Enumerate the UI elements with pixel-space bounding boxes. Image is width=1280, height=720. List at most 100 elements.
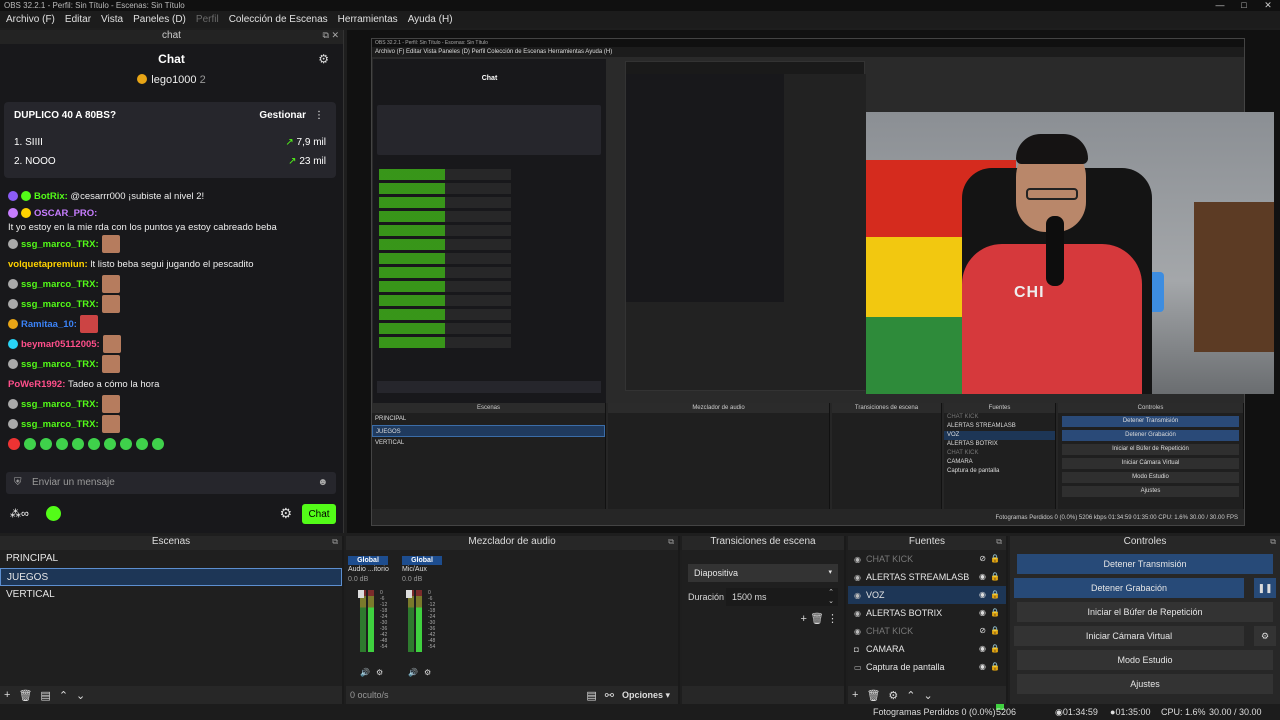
menu-coleccion[interactable]: Colección de Escenas: [229, 14, 328, 25]
eye-hidden-icon[interactable]: ⊘: [979, 550, 986, 568]
maximize-button[interactable]: □: [1232, 0, 1256, 11]
add-icon[interactable]: +: [852, 689, 858, 701]
move-down-icon[interactable]: ⌄: [924, 689, 933, 702]
mixer-options-button[interactable]: Opciones ▾: [622, 690, 670, 701]
lock-icon[interactable]: 🔒: [990, 658, 1000, 676]
eye-icon[interactable]: ◉: [979, 568, 986, 586]
duration-input[interactable]: 1500 ms ⌃ ⌄: [726, 588, 838, 606]
trash-icon[interactable]: 🗑: [810, 613, 824, 625]
dock-float-icon[interactable]: ⧉: [1270, 536, 1276, 548]
eye-hidden-icon[interactable]: ⊘: [979, 622, 986, 640]
speaker-icon[interactable]: 🔊: [360, 668, 370, 677]
close-button[interactable]: ✕: [1256, 0, 1280, 11]
gear-icon[interactable]: ⚙: [279, 505, 292, 522]
pinned-user[interactable]: lego1000 2: [0, 74, 343, 90]
scene-item[interactable]: JUEGOS: [0, 568, 342, 586]
transition-select[interactable]: Diapositiva ▾: [688, 564, 838, 582]
preview-canvas[interactable]: OBS 32.2.1 - Perfil: Sin Título - Escena…: [347, 30, 1280, 533]
channel-source[interactable]: Mic/Aux: [402, 565, 442, 575]
layout-icon[interactable]: ▤: [586, 689, 596, 702]
kick-points-icon[interactable]: ⁂∞: [10, 507, 29, 520]
send-chat-button[interactable]: Chat: [302, 504, 336, 524]
poll-manage-button[interactable]: Gestionar: [259, 110, 306, 121]
dock-float-close-icons[interactable]: ⧉ ✕: [323, 30, 339, 41]
add-icon[interactable]: +: [800, 613, 806, 625]
lock-icon[interactable]: 🔒: [990, 586, 1000, 604]
gear-icon[interactable]: ⚙: [376, 668, 383, 677]
studio-mode-button[interactable]: Modo Estudio: [1017, 650, 1273, 670]
chat-username[interactable]: ssg_marco_TRX:: [21, 238, 99, 251]
lock-icon[interactable]: 🔒: [990, 550, 1000, 568]
move-up-icon[interactable]: ⌃: [59, 689, 68, 702]
chat-message-input[interactable]: ⛨ Enviar un mensaje ☻: [6, 472, 336, 494]
chat-username[interactable]: beymar05112005:: [21, 338, 100, 351]
move-up-icon[interactable]: ⌃: [906, 689, 915, 702]
channel-source[interactable]: Audio ...itorio: [348, 565, 389, 575]
source-item[interactable]: ▭ Captura de pantalla ◉ 🔒: [848, 658, 1006, 676]
user-settings-icon[interactable]: ⚙: [318, 44, 329, 74]
spinner-icon[interactable]: ⌃ ⌄: [828, 588, 834, 606]
replay-buffer-button[interactable]: Iniciar el Búfer de Repetición: [1017, 602, 1273, 622]
move-down-icon[interactable]: ⌄: [76, 689, 85, 702]
filter-icon[interactable]: ▤: [40, 689, 50, 702]
emoji-icon[interactable]: ☻: [317, 472, 328, 494]
menu-vista[interactable]: Vista: [101, 14, 123, 25]
gear-icon[interactable]: ⚙: [1254, 626, 1276, 646]
source-item[interactable]: ◉ ALERTAS STREAMLASB ◉ 🔒: [848, 568, 1006, 586]
scene-item[interactable]: PRINCIPAL: [0, 550, 342, 568]
menu-archivo[interactable]: Archivo (F): [6, 14, 55, 25]
source-item[interactable]: ◉ CHAT KICK ⊘ 🔒: [848, 622, 1006, 640]
menu-perfil[interactable]: Perfil: [196, 14, 219, 25]
chat-username[interactable]: Ramitaa_10:: [21, 318, 77, 331]
chat-username[interactable]: OSCAR_PRO:: [34, 207, 97, 220]
lock-icon[interactable]: 🔒: [990, 604, 1000, 622]
trash-icon[interactable]: 🗑: [866, 689, 880, 702]
dock-float-icon[interactable]: ⧉: [332, 536, 338, 548]
chat-username[interactable]: volquetapremiun:: [8, 258, 88, 271]
poll-option[interactable]: 1. SIIII 7,9 mil: [14, 137, 326, 148]
settings-button[interactable]: Ajustes: [1017, 674, 1273, 694]
lock-icon[interactable]: 🔒: [990, 622, 1000, 640]
menu-editar[interactable]: Editar: [65, 14, 91, 25]
source-item[interactable]: ◉ CHAT KICK ⊘ 🔒: [848, 550, 1006, 568]
eye-icon[interactable]: ◉: [979, 604, 986, 622]
chat-username[interactable]: ssg_marco_TRX:: [21, 398, 99, 411]
eye-icon[interactable]: ◉: [979, 658, 986, 676]
dock-float-icon[interactable]: ⧉: [668, 536, 674, 548]
chat-username[interactable]: ssg_marco_TRX:: [21, 418, 99, 431]
menu-ayuda[interactable]: Ayuda (H): [408, 14, 453, 25]
gear-icon[interactable]: ⚙: [888, 689, 898, 702]
volume-fader[interactable]: [406, 590, 412, 598]
source-item[interactable]: ◉ ALERTAS BOTRIX ◉ 🔒: [848, 604, 1006, 622]
menu-paneles[interactable]: Paneles (D): [133, 14, 186, 25]
chat-username[interactable]: BotRix:: [34, 190, 68, 203]
chat-username[interactable]: PoWeR1992:: [8, 378, 65, 391]
link-icon[interactable]: ⚯: [605, 689, 614, 702]
poll-option[interactable]: 2. NOOO 23 mil: [14, 156, 326, 167]
trash-icon[interactable]: 🗑: [18, 689, 32, 702]
lock-icon[interactable]: 🔒: [990, 568, 1000, 586]
lock-icon[interactable]: 🔒: [990, 640, 1000, 658]
speaker-icon[interactable]: 🔊: [408, 668, 418, 677]
minimize-button[interactable]: —: [1208, 0, 1232, 11]
poll-more-button[interactable]: ⋮: [314, 110, 324, 121]
eye-icon[interactable]: ◉: [979, 640, 986, 658]
chat-username[interactable]: ssg_marco_TRX:: [21, 278, 99, 291]
eye-icon[interactable]: ◉: [979, 586, 986, 604]
virtual-camera-button[interactable]: Iniciar Cámara Virtual: [1014, 626, 1244, 646]
add-icon[interactable]: +: [4, 689, 10, 701]
chat-username[interactable]: ssg_marco_TRX:: [21, 358, 99, 371]
pause-icon[interactable]: ❚❚: [1254, 578, 1276, 598]
kick-logo-icon[interactable]: [46, 506, 61, 521]
stop-recording-button[interactable]: Detener Grabación: [1014, 578, 1244, 598]
stop-stream-button[interactable]: Detener Transmisión: [1017, 554, 1273, 574]
volume-fader[interactable]: [358, 590, 364, 598]
menu-herramientas[interactable]: Herramientas: [338, 14, 398, 25]
source-item[interactable]: ◉ VOZ ◉ 🔒: [848, 586, 1006, 604]
dock-float-icon[interactable]: ⧉: [996, 536, 1002, 548]
scene-item[interactable]: VERTICAL: [0, 586, 342, 604]
more-icon[interactable]: ⋮: [827, 613, 838, 625]
source-item[interactable]: ◘ CAMARA ◉ 🔒: [848, 640, 1006, 658]
chat-username[interactable]: ssg_marco_TRX:: [21, 298, 99, 311]
gear-icon[interactable]: ⚙: [424, 668, 431, 677]
